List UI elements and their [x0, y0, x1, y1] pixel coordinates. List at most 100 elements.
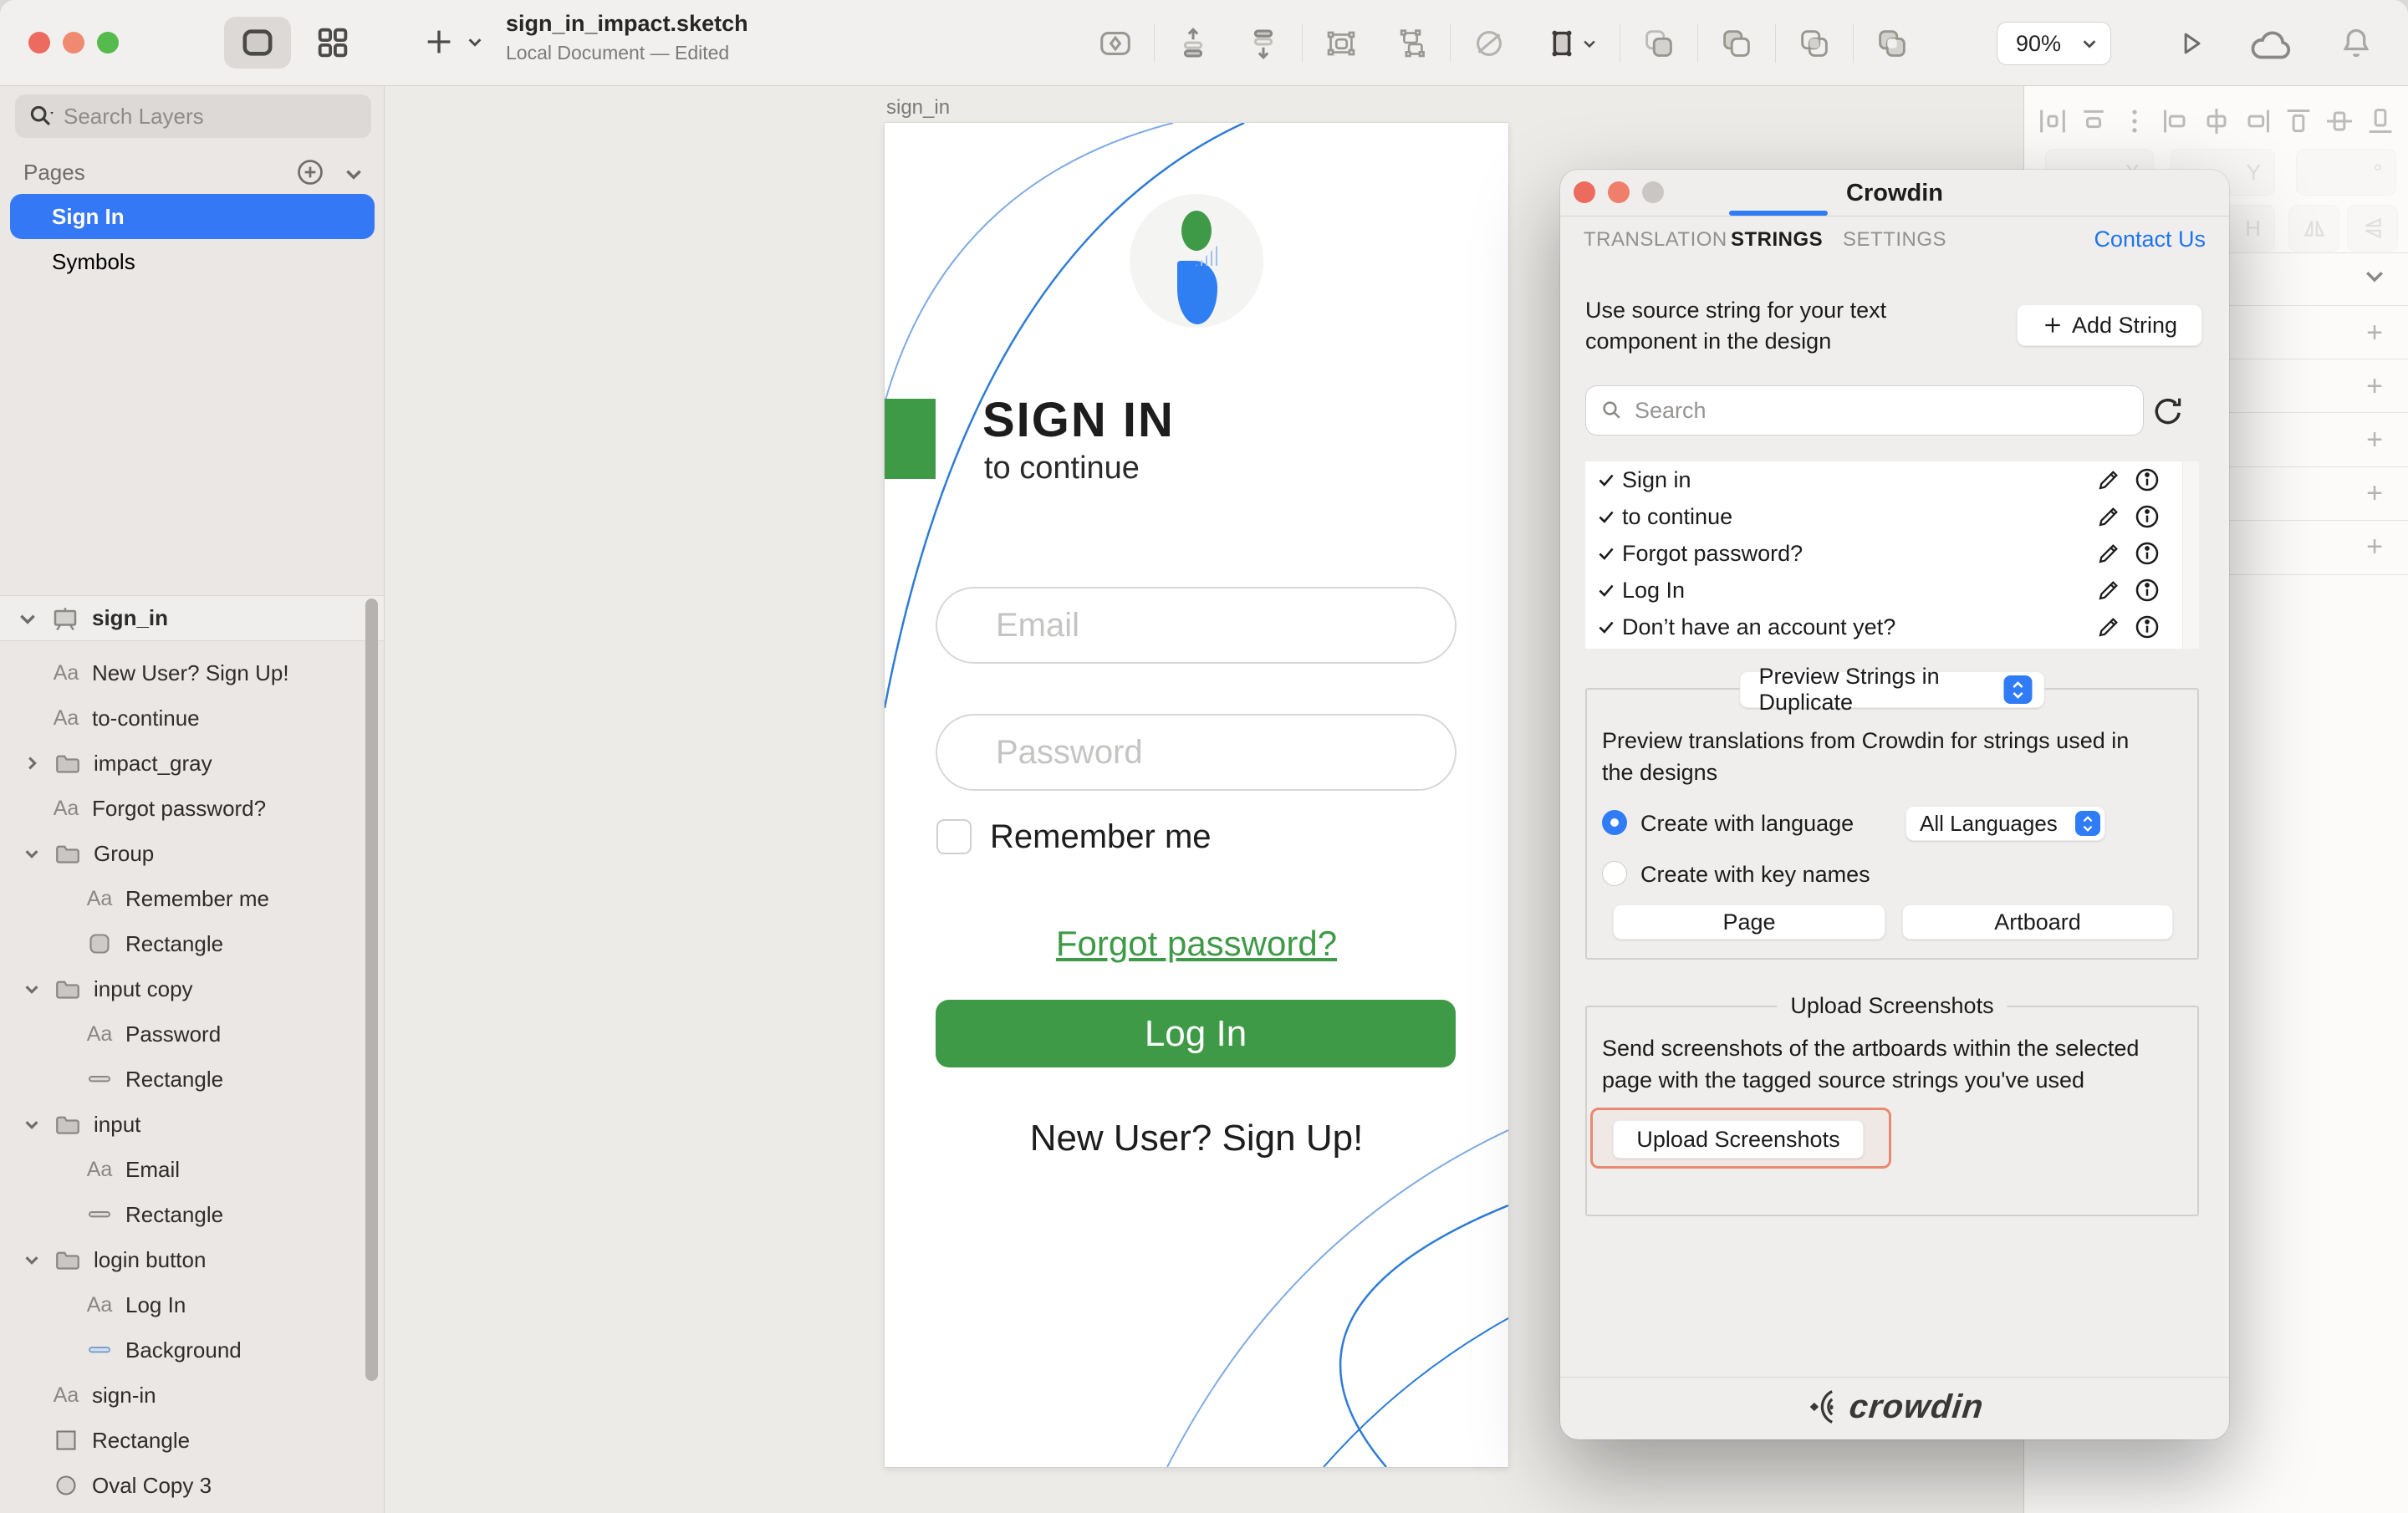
edit-string-icon[interactable]	[2095, 466, 2122, 493]
string-info-icon[interactable]	[2134, 577, 2161, 604]
align-top-icon[interactable]	[2282, 104, 2315, 138]
string-row[interactable]: Log In	[1585, 572, 2182, 609]
layer-row[interactable]: input copy	[15, 966, 193, 1011]
insert-button[interactable]	[422, 25, 484, 59]
layer-row[interactable]: AaPassword	[80, 1011, 221, 1057]
transform-button[interactable]	[1540, 24, 1600, 63]
string-info-icon[interactable]	[2134, 466, 2161, 493]
layer-row[interactable]: Group	[15, 831, 154, 876]
align-bottom-icon[interactable]	[2364, 104, 2397, 138]
edit-string-icon[interactable]	[2095, 577, 2122, 604]
group-button[interactable]	[1322, 24, 1360, 63]
remember-me-checkbox[interactable]	[936, 819, 972, 854]
section-collapse-icon[interactable]	[2362, 263, 2387, 288]
email-field[interactable]: Email	[936, 587, 1457, 664]
chevron-down-icon[interactable]	[23, 1115, 41, 1133]
layer-search-field[interactable]	[15, 94, 371, 138]
align-left-icon[interactable]	[2159, 104, 2192, 138]
zoom-window-button[interactable]	[97, 32, 119, 53]
edit-string-icon[interactable]	[2095, 614, 2122, 640]
more-options-icon[interactable]	[2118, 104, 2151, 138]
add-shadow-button[interactable]: +	[2362, 481, 2387, 506]
boolean-subtract-button[interactable]	[1717, 24, 1756, 63]
notifications-bell-button[interactable]	[2338, 25, 2375, 64]
layer-row[interactable]: Rectangle	[80, 1057, 223, 1102]
canvas-view-toggle[interactable]	[224, 17, 291, 69]
boolean-intersect-button[interactable]	[1795, 24, 1834, 63]
zoom-level-select[interactable]: 90%	[1997, 22, 2111, 65]
chevron-down-icon[interactable]	[17, 608, 38, 629]
collapse-pages-icon[interactable]	[343, 163, 365, 185]
flip-horizontal-button[interactable]	[2288, 205, 2339, 252]
move-backward-button[interactable]	[1244, 24, 1283, 63]
layer-row[interactable]: Rectangle	[47, 1418, 190, 1463]
minimize-window-button[interactable]	[63, 32, 84, 53]
layer-row[interactable]: AaRemember me	[80, 876, 269, 921]
cloud-sync-button[interactable]	[2247, 28, 2296, 62]
sign-up-link[interactable]: New User? Sign Up!	[885, 1118, 1508, 1159]
layer-row[interactable]: login button	[15, 1237, 206, 1282]
grid-view-toggle[interactable]	[299, 17, 366, 69]
upload-screenshots-button[interactable]: Upload Screenshots	[1613, 1120, 1864, 1159]
add-style-button[interactable]: +	[2362, 320, 2387, 345]
sidebar-scrollbar[interactable]	[365, 599, 378, 1381]
password-field[interactable]: Password	[936, 714, 1457, 791]
preview-page-button[interactable]: Page	[1613, 904, 1885, 940]
string-search-field[interactable]	[1585, 385, 2144, 436]
chevron-down-icon[interactable]	[23, 980, 41, 998]
edit-string-icon[interactable]	[2095, 540, 2122, 567]
layer-row[interactable]: Aasign-in	[47, 1373, 156, 1418]
string-search-input[interactable]	[1635, 398, 2069, 424]
add-blur-button[interactable]: +	[2362, 534, 2387, 559]
sign-in-artboard[interactable]: SIGN IN to continue Email Password Remem…	[885, 123, 1508, 1467]
string-row[interactable]: Sign in	[1585, 461, 2182, 498]
string-row[interactable]: Don’t have an account yet?	[1585, 609, 2182, 645]
close-window-button[interactable]	[28, 32, 50, 53]
flip-vertical-button[interactable]	[2347, 205, 2398, 252]
layer-row[interactable]: Rectangle	[80, 921, 223, 966]
tab-translation[interactable]: TRANSLATION	[1584, 228, 1727, 252]
sidebar-page-symbols[interactable]: Symbols	[10, 239, 375, 284]
edit-string-icon[interactable]	[2095, 503, 2122, 530]
string-row[interactable]: to continue	[1585, 498, 2182, 535]
rotate-button[interactable]	[1470, 24, 1508, 63]
align-center-vertical-icon[interactable]	[2323, 104, 2356, 138]
add-string-button[interactable]: Add String	[2017, 304, 2202, 346]
layer-row[interactable]: AaForgot password?	[47, 786, 266, 831]
preview-artboard-button[interactable]: Artboard	[1902, 904, 2173, 940]
layer-row[interactable]: AaEmail	[80, 1147, 180, 1192]
sidebar-page-sign-in[interactable]: Sign In	[10, 194, 375, 239]
tidy-icon[interactable]	[2077, 104, 2110, 138]
ungroup-button[interactable]	[1392, 24, 1431, 63]
layer-row[interactable]: AaLog In	[80, 1282, 186, 1327]
search-layers-input[interactable]	[64, 104, 331, 130]
preview-strings-dropdown[interactable]: Preview Strings in Duplicate	[1740, 671, 2045, 708]
boolean-difference-button[interactable]	[1873, 24, 1911, 63]
add-fill-button[interactable]: +	[2362, 374, 2387, 399]
add-border-button[interactable]: +	[2362, 427, 2387, 452]
rotation-field[interactable]: °	[2296, 149, 2396, 196]
create-with-language-radio[interactable]	[1602, 810, 1627, 835]
refresh-strings-button[interactable]	[2150, 394, 2186, 429]
strings-list-scrollbar[interactable]	[2182, 461, 2199, 649]
preview-play-button[interactable]	[2174, 27, 2207, 60]
chevron-down-icon[interactable]	[23, 844, 41, 863]
layer-row[interactable]: Oval Copy 3	[47, 1463, 212, 1508]
string-info-icon[interactable]	[2134, 614, 2161, 640]
string-row[interactable]: Forgot password?	[1585, 535, 2182, 572]
chevron-down-icon[interactable]	[23, 1251, 41, 1269]
align-right-icon[interactable]	[2241, 104, 2274, 138]
tab-settings[interactable]: SETTINGS	[1843, 228, 1946, 252]
language-select[interactable]: All Languages	[1905, 806, 2105, 841]
align-center-horizontal-icon[interactable]	[2200, 104, 2233, 138]
log-in-button[interactable]: Log In	[936, 1000, 1456, 1067]
artboard-title-label[interactable]: sign_in	[886, 96, 950, 120]
layer-row[interactable]: input	[15, 1102, 140, 1147]
string-info-icon[interactable]	[2134, 540, 2161, 567]
chevron-right-icon[interactable]	[23, 754, 41, 772]
create-symbol-button[interactable]	[1096, 24, 1135, 63]
artboard-root-row[interactable]: sign_in	[0, 595, 384, 641]
forgot-password-link[interactable]: Forgot password?	[885, 924, 1508, 964]
layer-row[interactable]: Aato-continue	[47, 695, 200, 741]
move-forward-button[interactable]	[1174, 24, 1212, 63]
